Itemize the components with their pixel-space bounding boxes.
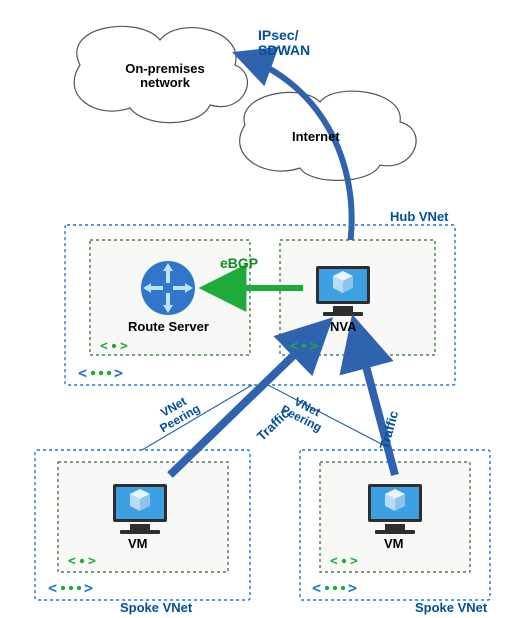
label-onprem: On-premises network bbox=[115, 62, 215, 91]
svg-text:>: > bbox=[310, 339, 318, 354]
label-nva: NVA bbox=[330, 320, 356, 334]
route-server-icon bbox=[141, 261, 195, 315]
label-ipsec: IPsec/ SDWAN bbox=[258, 28, 310, 59]
label-hub-vnet: Hub VNet bbox=[390, 210, 449, 224]
svg-text:<: < bbox=[312, 579, 321, 597]
svg-text:>: > bbox=[120, 339, 128, 354]
label-internet: Internet bbox=[292, 130, 340, 144]
svg-text:<: < bbox=[48, 579, 57, 597]
label-route-server: Route Server bbox=[128, 320, 209, 334]
svg-text:<: < bbox=[68, 554, 76, 569]
label-ebgp: eBGP bbox=[220, 256, 258, 271]
svg-text:>: > bbox=[348, 579, 357, 597]
svg-text:>: > bbox=[350, 554, 358, 569]
label-vm-left: VM bbox=[128, 537, 148, 551]
label-spoke-left: Spoke VNet bbox=[120, 601, 192, 615]
label-spoke-right: Spoke VNet bbox=[415, 601, 487, 615]
svg-text:>: > bbox=[114, 364, 123, 382]
svg-text:<: < bbox=[100, 339, 108, 354]
svg-text:<: < bbox=[290, 339, 298, 354]
svg-text:>: > bbox=[84, 579, 93, 597]
svg-text:<: < bbox=[330, 554, 338, 569]
label-vm-right: VM bbox=[384, 537, 404, 551]
svg-text:>: > bbox=[88, 554, 96, 569]
svg-text:<: < bbox=[78, 364, 87, 382]
